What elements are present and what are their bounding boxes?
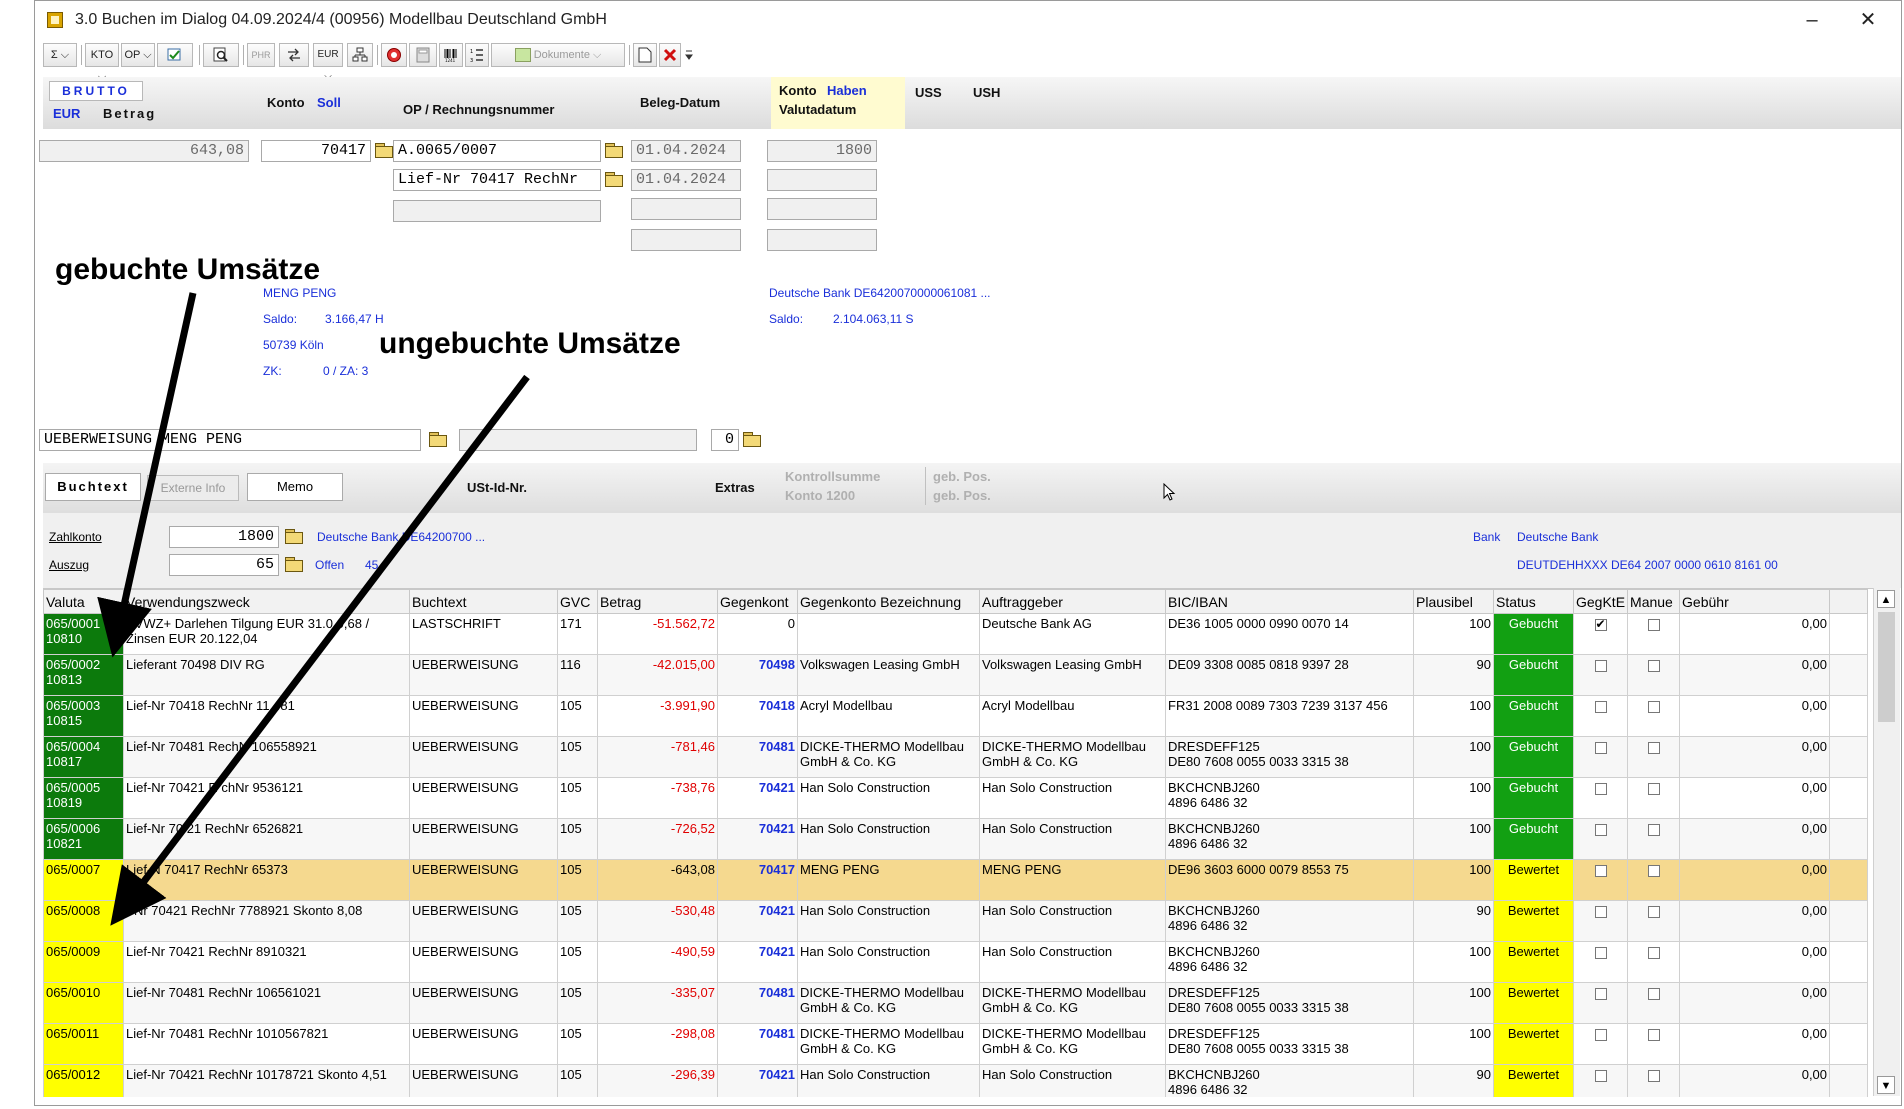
arrow-unbooked: [110, 374, 530, 926]
app-window: 3.0 Buchen im Dialog 04.09.2024/4 (00956…: [34, 0, 1902, 1106]
arrow-booked: [97, 292, 197, 658]
annotation-arrows: [97, 292, 530, 926]
